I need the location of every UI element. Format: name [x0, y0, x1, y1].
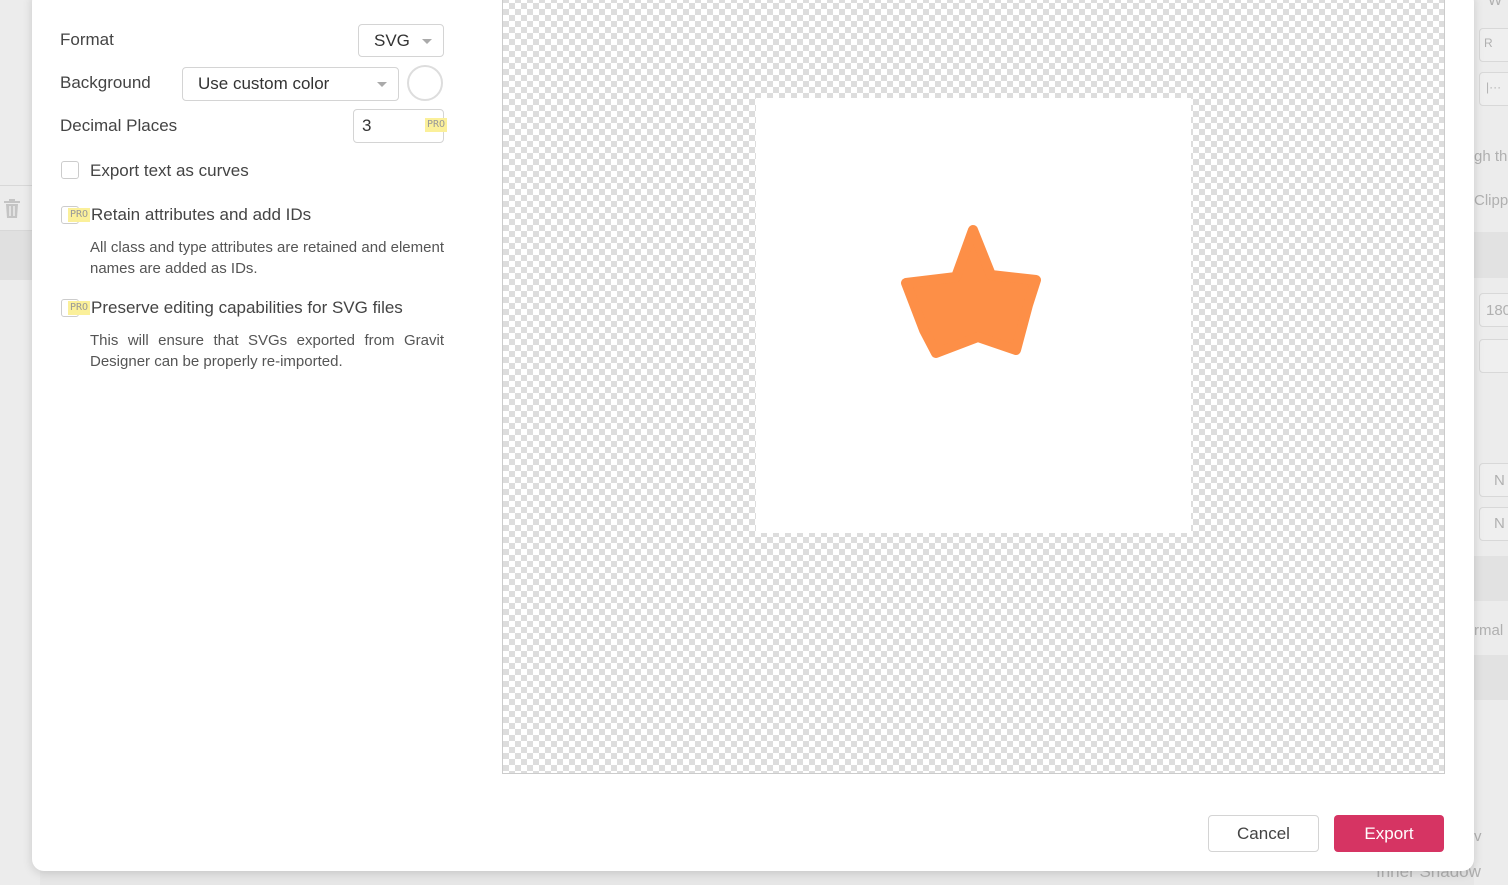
- format-select[interactable]: SVG: [358, 24, 444, 57]
- color-swatch[interactable]: [407, 65, 443, 101]
- artboard: [756, 98, 1191, 533]
- pro-badge: PRO: [68, 301, 91, 315]
- bg-text: |···: [1486, 80, 1502, 94]
- export-preview: [502, 0, 1445, 774]
- preserve-editing-label[interactable]: Preserve editing capabilities for SVG fi…: [91, 298, 403, 318]
- format-value: SVG: [374, 30, 410, 50]
- chevron-down-icon: [377, 82, 387, 87]
- retain-attributes-label[interactable]: Retain attributes and add IDs: [91, 205, 311, 225]
- preserve-editing-description: This will ensure that SVGs exported from…: [90, 332, 444, 370]
- bg-text: Clipp: [1474, 192, 1508, 209]
- bg-text: v: [1474, 828, 1482, 845]
- background-select[interactable]: Use custom color: [182, 67, 399, 101]
- decimal-places-label: Decimal Places: [60, 116, 178, 135]
- cancel-button[interactable]: Cancel: [1208, 815, 1319, 852]
- star-shape: [901, 225, 1041, 358]
- pro-badge: PRO: [68, 208, 91, 222]
- bg-text: W: [1488, 0, 1503, 9]
- background-right-panel: W R |··· gh th Clipp 180 N N rmal v: [1474, 0, 1508, 885]
- export-dialog: Format SVG Background Use custom color D…: [32, 0, 1474, 871]
- export-text-curves-checkbox[interactable]: [61, 161, 79, 179]
- background-label: Background: [60, 73, 151, 92]
- background-value: Use custom color: [198, 74, 330, 93]
- decimal-places-value: 3: [362, 116, 372, 135]
- bg-text: gh th: [1474, 148, 1508, 165]
- bg-text: N: [1494, 515, 1505, 532]
- pro-badge: PRO: [425, 118, 448, 132]
- trash-icon[interactable]: [3, 199, 21, 219]
- bg-text: N: [1494, 472, 1505, 489]
- bg-text: rmal: [1474, 622, 1504, 639]
- export-text-curves-label[interactable]: Export text as curves: [90, 161, 249, 181]
- export-button[interactable]: Export: [1334, 815, 1444, 852]
- format-label: Format: [60, 30, 114, 49]
- bg-text: 180: [1486, 302, 1508, 319]
- retain-attributes-description: All class and type attributes are retain…: [90, 239, 444, 277]
- bg-text: R: [1484, 36, 1493, 50]
- chevron-down-icon: [422, 38, 432, 44]
